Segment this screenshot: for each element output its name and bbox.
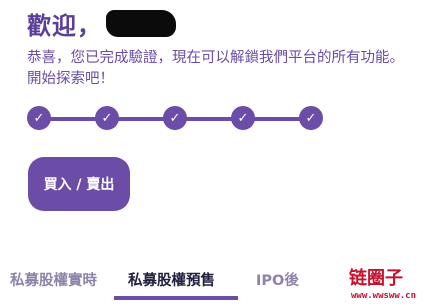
watermark: 链圈子 www.wwsww.cn <box>347 262 438 306</box>
step-3-check-icon: ✓ <box>163 106 187 130</box>
tab-post-ipo[interactable]: IPO後 <box>256 269 299 290</box>
step-2-check-icon: ✓ <box>95 106 119 130</box>
buy-sell-label: 買入 / 賣出 <box>43 177 115 193</box>
tab-private-equity-live[interactable]: 私募股權實時 <box>10 269 97 290</box>
step-4-check-icon: ✓ <box>231 106 255 130</box>
verification-message: 恭喜，您已完成驗證，現在可以解鎖我們平台的所有功能。開始探索吧！ <box>27 50 404 87</box>
watermark-logo: 链圈子 <box>349 268 403 289</box>
welcome-title: 歡迎， <box>27 12 102 40</box>
active-tab-indicator <box>114 296 238 300</box>
watermark-url: www.wwsww.cn <box>351 291 417 301</box>
progress-stepper: ✓ ✓ ✓ ✓ ✓ <box>27 106 325 132</box>
tab-private-equity-presale[interactable]: 私募股權預售 <box>128 269 215 290</box>
buy-sell-button[interactable]: 買入 / 賣出 <box>28 157 130 211</box>
step-5-check-icon: ✓ <box>299 106 323 130</box>
redacted-username <box>106 10 176 37</box>
welcome-header: 歡迎， <box>27 6 176 41</box>
step-1-check-icon: ✓ <box>27 106 51 130</box>
